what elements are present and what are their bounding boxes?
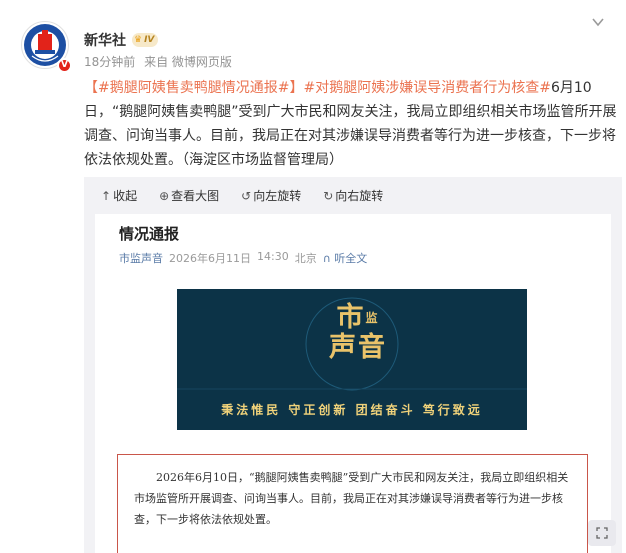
expand-icon bbox=[596, 527, 608, 539]
account-name[interactable]: 新华社 bbox=[84, 30, 126, 50]
crown-icon: ♛ bbox=[134, 35, 143, 45]
topic-tag-1[interactable]: 【#鹅腿阿姨售卖鸭腿情况通报#】 bbox=[84, 80, 303, 96]
arrow-up-icon: ↑ bbox=[101, 189, 112, 203]
notice-location: 北京 bbox=[294, 252, 317, 265]
level-badge[interactable]: ♛ IV bbox=[132, 33, 159, 47]
account-row: 新华社 ♛ IV bbox=[84, 29, 159, 51]
zoom-icon: ⊕ bbox=[159, 189, 170, 203]
notice-content-box: 2026年6月10日，“鹅腿阿姨售卖鸭腿”受到广大市民和网友关注，我局立即组织相… bbox=[117, 454, 588, 553]
notice-date: 2026年6月11日 bbox=[169, 252, 251, 265]
brand-logo: 市监 声音 bbox=[329, 302, 387, 363]
topic-tag-2[interactable]: #对鹅腿阿姨涉嫌误导消费者行为核查# bbox=[303, 80, 550, 96]
notice-title: 情况通报 bbox=[119, 225, 180, 243]
notice-source: 市监声音 bbox=[119, 252, 163, 265]
notice-time: 14:30 bbox=[257, 250, 289, 263]
media-toolbar: ↑ 收起 ⊕ 查看大图 ↺ 向左旋转 ↻ 向右旋转 bbox=[101, 187, 383, 205]
collapse-button[interactable]: ↑ 收起 bbox=[101, 187, 137, 205]
post-text: 【#鹅腿阿姨售卖鸭腿情况通报#】#对鹅腿阿姨涉嫌误导消费者行为核查#6月10日，… bbox=[84, 76, 620, 172]
rotate-left-icon: ↺ bbox=[241, 189, 252, 203]
level-label: IV bbox=[144, 35, 155, 45]
rotate-left-button[interactable]: ↺ 向左旋转 bbox=[241, 187, 301, 205]
media-viewer: ↑ 收起 ⊕ 查看大图 ↺ 向左旋转 ↻ 向右旋转 情况通报 市监声音 2026年6月1… bbox=[84, 177, 622, 553]
brand-slogan: 秉法惟民 守正创新 团结奋斗 笃行致远 bbox=[221, 403, 483, 417]
float-action-button[interactable] bbox=[588, 520, 616, 546]
notice-meta: 市监声音 2026年6月11日 14:30 北京 ∩ 听全文 bbox=[119, 250, 367, 266]
post-meta: 18分钟前 来自 微博网页版 bbox=[84, 53, 237, 70]
rotate-right-icon: ↻ bbox=[323, 189, 334, 203]
post-source: 来自 微博网页版 bbox=[144, 55, 232, 69]
headphones-icon: ∩ bbox=[322, 252, 335, 265]
weibo-post-card: V 新华社 ♛ IV 18分钟前 来自 微博网页版 【#鹅腿阿姨售卖鸭腿情况通报#… bbox=[0, 0, 626, 553]
chevron-down-icon[interactable] bbox=[591, 15, 605, 29]
notice-body: 2026年6月10日，“鹅腿阿姨售卖鸭腿”受到广大市民和网友关注，我局立即组织相… bbox=[134, 471, 569, 526]
listen-button: ∩ 听全文 bbox=[322, 252, 368, 265]
view-large-button[interactable]: ⊕ 查看大图 bbox=[159, 187, 219, 205]
notice-image[interactable]: 情况通报 市监声音 2026年6月11日 14:30 北京 ∩ 听全文 市监 声音… bbox=[95, 214, 611, 553]
post-time[interactable]: 18分钟前 bbox=[84, 55, 135, 69]
verified-badge: V bbox=[57, 58, 72, 73]
rotate-right-button[interactable]: ↻ 向右旋转 bbox=[323, 187, 383, 205]
brand-banner: 市监 声音 秉法惟民 守正创新 团结奋斗 笃行致远 bbox=[177, 289, 527, 430]
